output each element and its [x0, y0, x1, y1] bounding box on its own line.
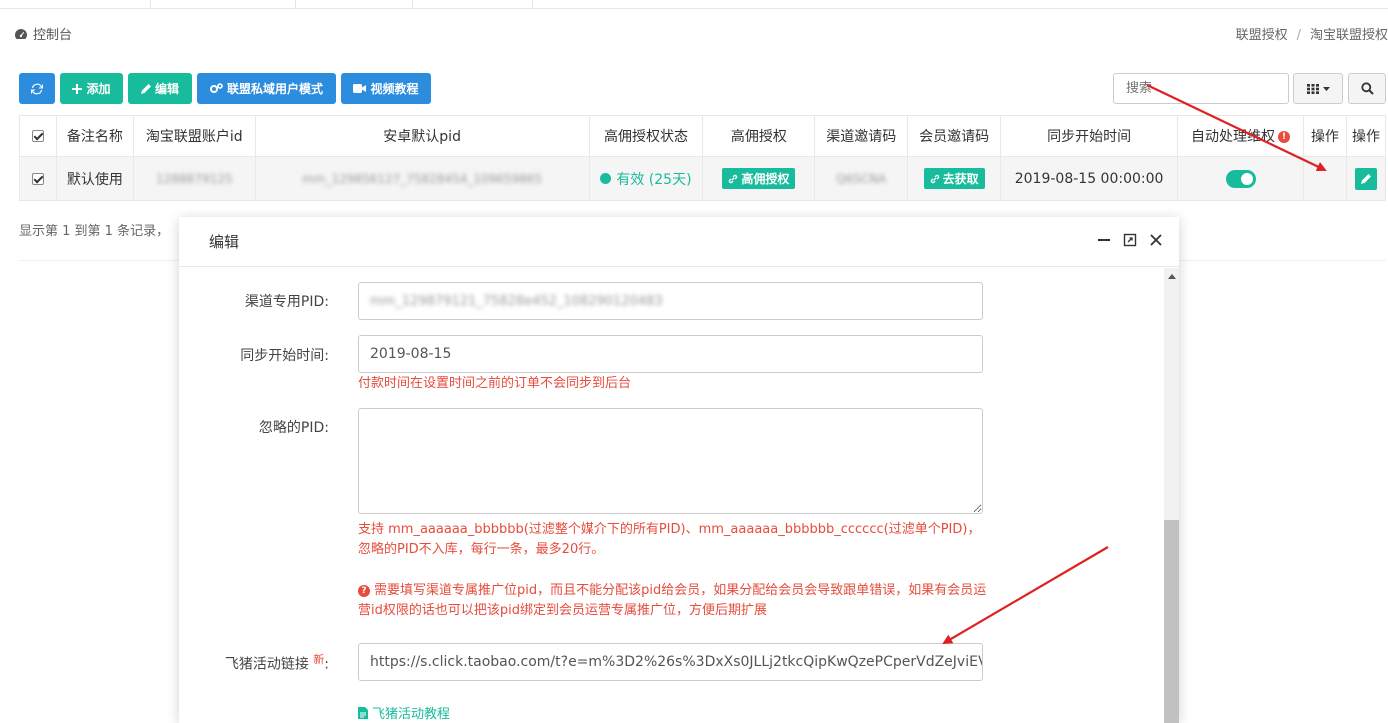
warning-help: ? 需要填写渠道专属推广位pid，而且不能分配该pid给会员，如果分配给会员会导致… — [358, 583, 987, 618]
select-all-checkbox-cell[interactable] — [19, 115, 57, 157]
col-sync-time[interactable]: 同步开始时间 — [1000, 115, 1179, 157]
scroll-up-arrow[interactable] — [1168, 274, 1176, 279]
status-badge: 有效 (25天) — [616, 171, 692, 188]
col-account-id[interactable]: 淘宝联盟账户id — [132, 115, 256, 157]
cell-operate-2 — [1345, 156, 1387, 201]
new-badge: 新 — [313, 653, 325, 666]
ignore-pid-help: 支持 mm_aaaaaa_bbbbbb(过滤整个媒介下的所有PID)、mm_aa… — [358, 522, 981, 557]
search-input[interactable] — [1113, 73, 1289, 104]
cell-account-id: 1288879125 — [132, 156, 256, 201]
plus-icon — [72, 83, 83, 94]
pencil-icon — [1360, 173, 1371, 184]
link-icon — [930, 174, 939, 183]
col-auth-status[interactable]: 高佣授权状态 — [588, 115, 704, 157]
console-breadcrumb[interactable]: 控制台 — [14, 24, 72, 43]
ignore-pid-label: 忽略的PID: — [258, 420, 329, 436]
ignore-pid-textarea[interactable] — [358, 408, 983, 514]
refresh-button[interactable] — [19, 73, 55, 104]
table-row[interactable]: 默认使用 1288879125 mm_129856127_75828454_10… — [19, 156, 1387, 201]
caret-down-icon — [1322, 86, 1330, 91]
refresh-icon — [31, 83, 43, 94]
cell-member-code: 去获取 — [907, 156, 1002, 201]
pagination-info: 显示第 1 到第 1 条记录， — [19, 224, 170, 239]
add-button[interactable]: 添加 — [60, 73, 123, 104]
modal-controls — [1097, 233, 1163, 247]
cell-sync-time: 2019-08-15 00:00:00 — [1000, 156, 1179, 201]
pencil-icon — [140, 83, 151, 94]
modal-body: 渠道专用PID: mm_129879121_75828e452_10829012… — [179, 268, 1164, 723]
breadcrumb-item-alliance[interactable]: 联盟授权 — [1236, 28, 1288, 43]
col-operate-1: 操作 — [1302, 115, 1347, 157]
channel-pid-label: 渠道专用PID: — [244, 294, 329, 310]
console-label: 控制台 — [33, 28, 73, 43]
breadcrumb-item-taobao: 淘宝联盟授权 — [1309, 28, 1388, 43]
get-member-code-button[interactable]: 去获取 — [923, 168, 985, 189]
edit-modal: 编辑 渠道专用PID: mm_129879121_75828e452_10829… — [179, 217, 1179, 723]
question-circle-icon: ? — [358, 584, 370, 597]
col-android-pid[interactable]: 安卓默认pid — [254, 115, 590, 157]
cell-auto-rights — [1177, 156, 1304, 201]
cell-operate-1 — [1302, 156, 1347, 201]
modal-header[interactable]: 编辑 — [179, 217, 1179, 267]
cell-remark: 默认使用 — [55, 156, 134, 201]
select-all-checkbox[interactable] — [31, 130, 44, 142]
document-icon — [358, 706, 368, 719]
private-mode-button[interactable]: 联盟私域用户模式 — [197, 73, 336, 104]
video-camera-icon — [353, 84, 367, 93]
modal-title: 编辑 — [209, 233, 240, 251]
sync-time-help: 付款时间在设置时间之前的订单不会同步到后台 — [358, 376, 632, 391]
col-channel-code[interactable]: 渠道邀请码 — [814, 115, 909, 157]
cell-auth: 高佣授权 — [702, 156, 816, 201]
accounts-table: 备注名称 淘宝联盟账户id 安卓默认pid 高佣授权状态 高佣授权 渠道邀请码 … — [19, 115, 1387, 201]
col-auth[interactable]: 高佣授权 — [702, 115, 816, 157]
sync-time-field[interactable]: 2019-08-15 — [358, 335, 983, 373]
search-button[interactable] — [1348, 73, 1386, 104]
grid-icon — [1306, 83, 1319, 94]
link-icon — [729, 174, 738, 183]
row-edit-button[interactable] — [1354, 167, 1377, 190]
col-auto-rights[interactable]: 自动处理维权! — [1177, 115, 1304, 157]
fliggy-link-field[interactable]: https://s.click.taobao.com/t?e=m%3D2%26s… — [358, 643, 983, 681]
col-remark[interactable]: 备注名称 — [55, 115, 134, 157]
row-checkbox-cell[interactable] — [19, 156, 57, 201]
toolbar: 添加 编辑 联盟私域用户模式 视频教程 — [19, 73, 431, 104]
search-icon — [1360, 82, 1374, 95]
breadcrumb: 联盟授权 / 淘宝联盟授权 — [1235, 28, 1388, 43]
row-checkbox[interactable] — [31, 172, 44, 185]
table-header-row: 备注名称 淘宝联盟账户id 安卓默认pid 高佣授权状态 高佣授权 渠道邀请码 … — [19, 115, 1387, 157]
top-tab-strip — [0, 0, 1388, 9]
maximize-icon[interactable] — [1123, 233, 1137, 247]
video-tutorial-button[interactable]: 视频教程 — [341, 73, 431, 104]
close-icon[interactable] — [1149, 233, 1163, 247]
auto-rights-toggle[interactable] — [1225, 169, 1256, 188]
edit-button[interactable]: 编辑 — [128, 73, 192, 104]
col-operate-2: 操作 — [1345, 115, 1387, 157]
cell-channel-code: Q6SCNA — [814, 156, 909, 201]
channel-pid-field[interactable]: mm_129879121_75828e452_108290120483 — [358, 282, 983, 320]
modal-scrollbar[interactable] — [1164, 268, 1179, 723]
columns-toggle-button[interactable] — [1293, 73, 1343, 104]
fliggy-link-label: 飞猪活动链接 新: — [224, 653, 329, 673]
fliggy-tutorial-link[interactable]: 飞猪活动教程 — [358, 703, 450, 722]
high-commission-auth-button[interactable]: 高佣授权 — [722, 168, 796, 189]
col-member-code[interactable]: 会员邀请码 — [907, 115, 1002, 157]
status-dot — [600, 173, 612, 184]
minimize-icon[interactable] — [1097, 233, 1111, 247]
dashboard-icon — [15, 28, 27, 39]
cell-auth-status: 有效 (25天) — [588, 156, 704, 201]
gears-icon — [209, 83, 223, 93]
sync-time-label: 同步开始时间: — [240, 348, 329, 364]
scroll-thumb[interactable] — [1164, 520, 1179, 723]
cell-android-pid: mm_129856127_75828454_109659865 — [254, 156, 590, 201]
warning-icon: ! — [1278, 131, 1290, 143]
